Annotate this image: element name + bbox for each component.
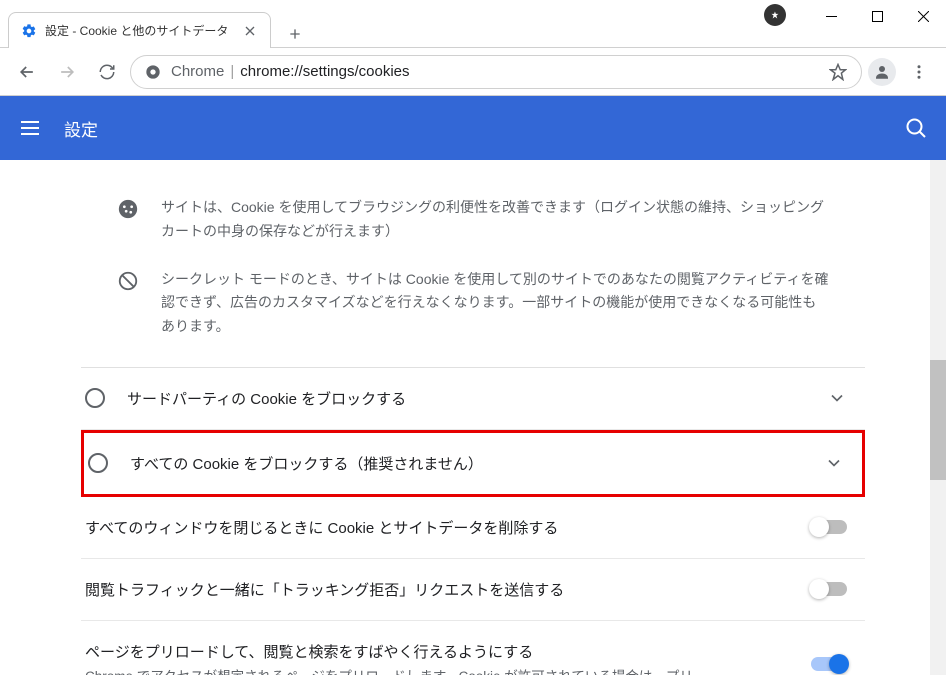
- toggle-label: 閲覧トラフィックと一緒に「トラッキング拒否」リクエストを送信する: [85, 579, 795, 600]
- minimize-button[interactable]: [808, 0, 854, 32]
- content-area: サイトは、Cookie を使用してブラウジングの利便性を改善できます（ログイン状…: [0, 160, 946, 675]
- info-cookie-text: サイトは、Cookie を使用してブラウジングの利便性を改善できます（ログイン状…: [161, 196, 829, 244]
- chrome-icon: [145, 64, 161, 80]
- reload-button[interactable]: [90, 55, 124, 89]
- toggle-switch[interactable]: [811, 582, 847, 596]
- chevron-down-icon[interactable]: [824, 453, 844, 473]
- browser-toolbar: Chrome | chrome://settings/cookies: [0, 48, 946, 96]
- menu-icon[interactable]: [18, 116, 42, 140]
- page-title: 設定: [64, 116, 882, 141]
- toggle-do-not-track: 閲覧トラフィックと一緒に「トラッキング拒否」リクエストを送信する: [81, 559, 865, 621]
- toggle-switch[interactable]: [811, 520, 847, 534]
- gear-icon: [21, 23, 37, 39]
- extension-badge[interactable]: [764, 4, 786, 26]
- address-bar[interactable]: Chrome | chrome://settings/cookies: [130, 55, 862, 89]
- toggle-switch[interactable]: [811, 657, 847, 671]
- chevron-down-icon[interactable]: [827, 388, 847, 408]
- back-button[interactable]: [10, 55, 44, 89]
- block-icon: [117, 270, 139, 292]
- toggle-label: すべてのウィンドウを閉じるときに Cookie とサイトデータを削除する: [85, 517, 795, 538]
- settings-header: 設定: [0, 96, 946, 160]
- option-block-third-party[interactable]: サードパーティの Cookie をブロックする: [81, 368, 865, 430]
- cookie-icon: [117, 198, 139, 220]
- radio-icon[interactable]: [88, 453, 108, 473]
- toggle-subtitle: Chrome でアクセスが想定されるページをプリロードします。Cookie が許…: [85, 666, 795, 675]
- close-icon[interactable]: [242, 23, 258, 39]
- window-titlebar: 設定 - Cookie と他のサイトデータ: [0, 0, 946, 48]
- menu-button[interactable]: [902, 55, 936, 89]
- info-incognito: シークレット モードのとき、サイトは Cookie を使用して別のサイトでのあな…: [81, 262, 865, 357]
- forward-button[interactable]: [50, 55, 84, 89]
- tab-strip: 設定 - Cookie と他のサイトデータ: [0, 0, 309, 48]
- browser-tab[interactable]: 設定 - Cookie と他のサイトデータ: [8, 12, 271, 48]
- maximize-button[interactable]: [854, 0, 900, 32]
- scrollbar[interactable]: [930, 160, 946, 675]
- scrollbar-thumb[interactable]: [930, 360, 946, 480]
- tab-title: 設定 - Cookie と他のサイトデータ: [45, 22, 228, 39]
- settings-panel: サイトは、Cookie を使用してブラウジングの利便性を改善できます（ログイン状…: [63, 160, 883, 675]
- profile-button[interactable]: [868, 58, 896, 86]
- radio-icon[interactable]: [85, 388, 105, 408]
- option-label: サードパーティの Cookie をブロックする: [127, 388, 827, 409]
- info-incognito-text: シークレット モードのとき、サイトは Cookie を使用して別のサイトでのあな…: [161, 268, 829, 339]
- toggle-preload: ページをプリロードして、閲覧と検索をすばやく行えるようにする Chrome でア…: [81, 621, 865, 675]
- star-icon[interactable]: [829, 63, 847, 81]
- search-icon[interactable]: [904, 116, 928, 140]
- toggle-clear-on-exit: すべてのウィンドウを閉じるときに Cookie とサイトデータを削除する: [81, 497, 865, 559]
- window-close-button[interactable]: [900, 0, 946, 32]
- option-block-all[interactable]: すべての Cookie をブロックする（推奨されません）: [81, 430, 865, 497]
- info-cookie: サイトは、Cookie を使用してブラウジングの利便性を改善できます（ログイン状…: [81, 190, 865, 262]
- url-text: Chrome | chrome://settings/cookies: [171, 63, 819, 80]
- option-label: すべての Cookie をブロックする（推奨されません）: [130, 453, 824, 474]
- toggle-label: ページをプリロードして、閲覧と検索をすばやく行えるようにする: [85, 641, 795, 662]
- new-tab-button[interactable]: [281, 20, 309, 48]
- window-controls: [808, 0, 946, 32]
